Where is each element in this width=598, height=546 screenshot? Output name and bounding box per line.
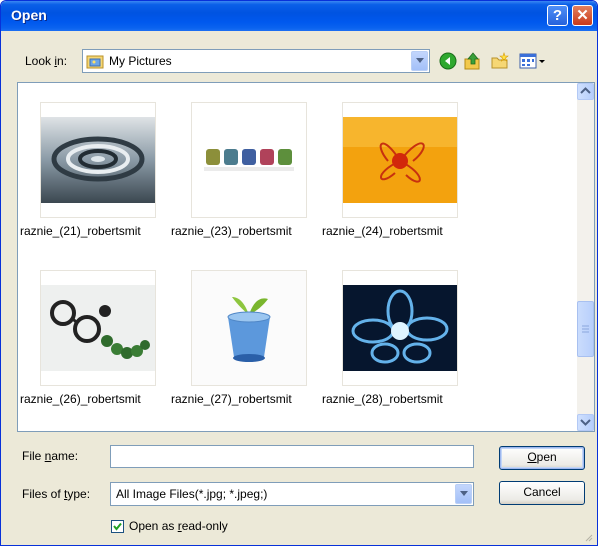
file-item[interactable]: raznie_(26)_robertsmit [20,270,182,420]
close-icon: ✕ [576,7,589,24]
thumbnail-glasses-caterpillar [40,270,156,386]
read-only-label: Open as read-only [129,519,228,533]
back-icon[interactable] [438,51,458,71]
window-title: Open [11,7,47,23]
thumbnail-water-ripple [40,102,156,218]
chevron-down-icon [580,419,591,426]
file-item[interactable]: raznie_(27)_robertsmit [171,270,333,420]
scroll-thumb[interactable] [577,301,594,357]
thumbnail-blue-glass-plant [191,270,307,386]
thumbnail-colored-jars [191,102,307,218]
read-only-checkbox[interactable] [111,520,124,533]
file-name: raznie_(24)_robertsmit [322,224,443,238]
file-name: raznie_(28)_robertsmit [322,392,443,406]
file-item[interactable]: raznie_(24)_robertsmit [322,102,484,252]
chevron-down-icon[interactable] [411,51,428,71]
file-item[interactable]: raznie_(23)_robertsmit [171,102,333,252]
thumbnail-blue-light-flower [342,270,458,386]
look-in-label: Look in: [25,54,68,68]
file-type-label: Files of type: [22,487,91,501]
file-name: raznie_(21)_robertsmit [20,224,141,238]
open-button-label: pen [536,450,557,464]
up-folder-icon[interactable] [463,51,483,71]
grip-icon [582,325,589,333]
chevron-down-icon[interactable] [455,484,472,504]
scroll-down-button[interactable] [577,414,594,431]
thumbnail-orange-flower [342,102,458,218]
new-folder-icon[interactable] [490,51,510,71]
file-item[interactable]: raznie_(28)_robertsmit [322,270,484,420]
help-icon: ? [552,7,563,24]
file-item[interactable]: raznie_(21)_robertsmit [20,102,182,252]
file-name-input[interactable] [110,445,474,468]
file-name: raznie_(27)_robertsmit [171,392,292,406]
look-in-value: My Pictures [109,54,172,68]
title-bar[interactable]: Open ? ✕ [1,1,597,31]
file-type-value: All Image Files(*.jpg; *.jpeg;) [116,487,268,501]
chevron-up-icon [580,87,591,94]
open-dialog: Open ? ✕ Look in: My Pictures raznie_(21… [0,0,598,546]
cancel-button-label: Cancel [523,485,561,499]
checkmark-icon [113,522,122,531]
file-type-dropdown[interactable]: All Image Files(*.jpg; *.jpeg;) [110,482,474,506]
cancel-button[interactable]: Cancel [499,481,585,505]
file-list[interactable]: raznie_(21)_robertsmit raznie_(23)_rober… [17,82,595,432]
file-name-label: File name: [22,449,79,463]
look-in-dropdown[interactable]: My Pictures [82,49,430,73]
resize-grip-icon[interactable] [583,532,593,542]
vertical-scrollbar[interactable] [577,83,594,431]
open-button[interactable]: Open [499,446,585,470]
file-name: raznie_(26)_robertsmit [20,392,141,406]
my-pictures-folder-icon [86,55,104,69]
scroll-up-button[interactable] [577,83,594,100]
views-menu-icon[interactable] [518,51,548,71]
help-button[interactable]: ? [547,5,568,26]
file-name: raznie_(23)_robertsmit [171,224,292,238]
close-button[interactable]: ✕ [572,5,593,26]
open-button-label-accel: O [527,450,537,464]
